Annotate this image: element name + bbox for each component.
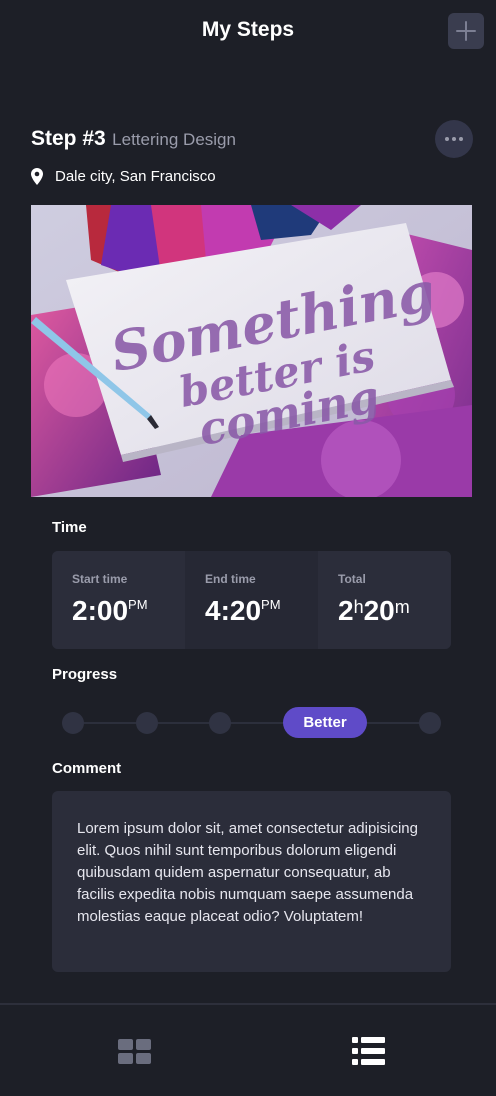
grid-view-button[interactable]	[118, 1039, 152, 1065]
step-location: Dale city, San Francisco	[31, 166, 216, 186]
start-time-cell: Start time 2:00PM	[52, 551, 185, 649]
total-time-value: 2h20m	[338, 595, 410, 626]
start-time-value: 2:00PM	[72, 595, 148, 626]
progress-track	[62, 722, 432, 724]
add-step-button[interactable]	[448, 13, 484, 49]
more-options-button[interactable]	[435, 120, 473, 158]
bottom-nav	[0, 1003, 496, 1096]
step-number: Step #3	[31, 127, 106, 150]
end-time-cell: End time 4:20PM	[185, 551, 318, 649]
end-time-value: 4:20PM	[205, 595, 281, 626]
end-time-label: End time	[205, 572, 256, 586]
time-section-label: Time	[52, 519, 87, 536]
progress-step-3[interactable]	[209, 712, 231, 734]
location-label: Dale city, San Francisco	[55, 167, 216, 185]
grid-view-icon	[118, 1039, 151, 1064]
time-panel: Start time 2:00PM End time 4:20PM Total …	[52, 551, 451, 649]
more-horizontal-icon	[445, 137, 449, 141]
page-title: My Steps	[201, 18, 295, 41]
comment-box: Lorem ipsum dolor sit, amet consectetur …	[52, 791, 451, 972]
progress-step-5[interactable]	[419, 712, 441, 734]
progress-step-2[interactable]	[136, 712, 158, 734]
comment-text: Lorem ipsum dolor sit, amet consectetur …	[77, 820, 418, 925]
comment-section-label: Comment	[52, 760, 122, 777]
progress-step-1[interactable]	[62, 712, 84, 734]
step-heading: Step #3 Lettering Design	[31, 127, 236, 151]
step-photo: Something better is coming	[31, 205, 472, 497]
app-header: My Steps	[0, 0, 496, 62]
list-view-icon	[352, 1037, 385, 1065]
total-time-cell: Total 2h20m	[318, 551, 451, 649]
step-name: Lettering Design	[112, 130, 236, 149]
progress-section-label: Progress	[52, 666, 118, 683]
start-time-label: Start time	[72, 572, 128, 586]
list-view-button[interactable]	[352, 1036, 386, 1066]
plus-icon	[456, 21, 476, 41]
total-time-label: Total	[338, 572, 366, 586]
map-pin-icon	[31, 167, 43, 185]
progress-current-step[interactable]: Better	[283, 707, 367, 738]
lettering-photo: Something better is coming	[31, 205, 472, 497]
